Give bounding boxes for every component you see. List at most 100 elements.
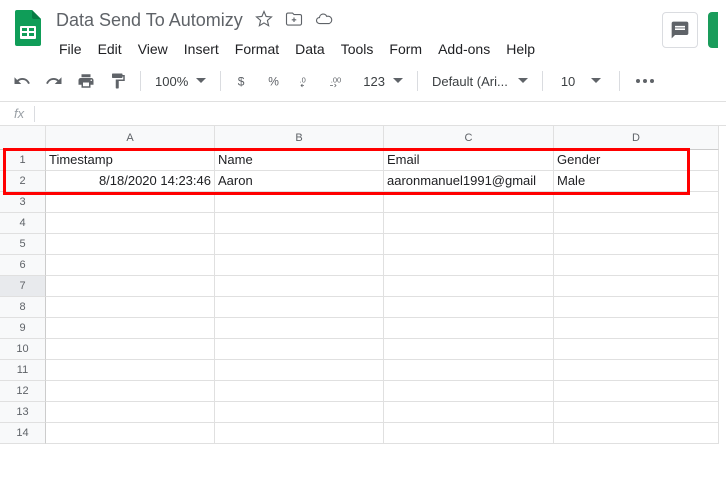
cell[interactable] <box>46 360 215 381</box>
cell[interactable]: Gender <box>554 150 719 171</box>
select-all-corner[interactable] <box>0 126 46 150</box>
row-header[interactable]: 10 <box>0 339 46 360</box>
cell[interactable]: Male <box>554 171 719 192</box>
menu-tools[interactable]: Tools <box>334 37 381 61</box>
cell[interactable] <box>215 360 384 381</box>
row-header[interactable]: 7 <box>0 276 46 297</box>
font-size-dropdown[interactable]: 10 <box>551 74 611 89</box>
sheets-logo[interactable] <box>8 8 48 48</box>
cell[interactable] <box>215 318 384 339</box>
column-header-d[interactable]: D <box>554 126 719 150</box>
cell[interactable]: Email <box>384 150 554 171</box>
row-header[interactable]: 12 <box>0 381 46 402</box>
cell[interactable] <box>384 297 554 318</box>
document-title[interactable]: Data Send To Automizy <box>52 8 247 33</box>
cell[interactable] <box>215 339 384 360</box>
cell[interactable] <box>384 318 554 339</box>
cell[interactable] <box>384 339 554 360</box>
increase-decimal-button[interactable]: .00 <box>325 67 353 95</box>
menu-format[interactable]: Format <box>228 37 286 61</box>
cell[interactable] <box>554 255 719 276</box>
column-header-a[interactable]: A <box>46 126 215 150</box>
cell[interactable] <box>215 381 384 402</box>
cell[interactable]: 8/18/2020 14:23:46 <box>46 171 215 192</box>
cell[interactable] <box>384 381 554 402</box>
formula-bar[interactable]: fx <box>0 102 726 126</box>
row-header[interactable]: 3 <box>0 192 46 213</box>
cell[interactable] <box>384 402 554 423</box>
menu-file[interactable]: File <box>52 37 89 61</box>
decrease-decimal-button[interactable]: .0 <box>293 67 321 95</box>
currency-button[interactable]: $ <box>229 67 257 95</box>
menu-addons[interactable]: Add-ons <box>431 37 497 61</box>
more-formats-dropdown[interactable]: 123 <box>357 74 409 89</box>
cell[interactable]: Name <box>215 150 384 171</box>
cell[interactable] <box>554 402 719 423</box>
cell[interactable] <box>46 381 215 402</box>
cell[interactable]: Aaron <box>215 171 384 192</box>
cell[interactable] <box>46 192 215 213</box>
cell[interactable] <box>215 192 384 213</box>
cell[interactable] <box>215 213 384 234</box>
cell[interactable] <box>215 423 384 444</box>
cell[interactable] <box>46 318 215 339</box>
cell[interactable] <box>384 276 554 297</box>
row-header[interactable]: 4 <box>0 213 46 234</box>
row-header[interactable]: 2 <box>0 171 46 192</box>
cell[interactable] <box>554 192 719 213</box>
paint-format-button[interactable] <box>104 67 132 95</box>
cell[interactable] <box>554 276 719 297</box>
percent-button[interactable]: % <box>261 67 289 95</box>
cell[interactable] <box>46 402 215 423</box>
cell[interactable] <box>46 339 215 360</box>
undo-button[interactable] <box>8 67 36 95</box>
row-header[interactable]: 11 <box>0 360 46 381</box>
cell[interactable] <box>554 318 719 339</box>
cell[interactable] <box>384 360 554 381</box>
cell[interactable] <box>46 213 215 234</box>
menu-form[interactable]: Form <box>382 37 429 61</box>
cell[interactable]: Timestamp <box>46 150 215 171</box>
cell[interactable] <box>215 297 384 318</box>
row-header[interactable]: 9 <box>0 318 46 339</box>
cell[interactable] <box>554 213 719 234</box>
cell[interactable] <box>384 213 554 234</box>
cell[interactable] <box>46 255 215 276</box>
row-header[interactable]: 5 <box>0 234 46 255</box>
comments-button[interactable] <box>662 12 698 48</box>
share-button[interactable] <box>708 12 718 48</box>
font-dropdown[interactable]: Default (Ari... <box>426 74 534 89</box>
cell[interactable] <box>384 423 554 444</box>
row-header[interactable]: 6 <box>0 255 46 276</box>
star-icon[interactable] <box>255 10 273 31</box>
cloud-icon[interactable] <box>315 10 333 31</box>
row-header[interactable]: 1 <box>0 150 46 171</box>
redo-button[interactable] <box>40 67 68 95</box>
print-button[interactable] <box>72 67 100 95</box>
cell[interactable] <box>215 234 384 255</box>
cell[interactable] <box>384 192 554 213</box>
cell[interactable] <box>46 423 215 444</box>
cell[interactable] <box>554 423 719 444</box>
menu-edit[interactable]: Edit <box>91 37 129 61</box>
cell[interactable] <box>215 276 384 297</box>
cell[interactable] <box>554 381 719 402</box>
cell[interactable] <box>384 255 554 276</box>
cell[interactable] <box>46 297 215 318</box>
cell[interactable] <box>46 234 215 255</box>
cell[interactable] <box>384 234 554 255</box>
row-header[interactable]: 8 <box>0 297 46 318</box>
row-header[interactable]: 13 <box>0 402 46 423</box>
menu-data[interactable]: Data <box>288 37 332 61</box>
cell[interactable] <box>554 360 719 381</box>
cell[interactable] <box>554 234 719 255</box>
more-toolbar-button[interactable] <box>628 79 662 83</box>
cell[interactable] <box>554 339 719 360</box>
menu-view[interactable]: View <box>131 37 175 61</box>
cell[interactable] <box>554 297 719 318</box>
move-icon[interactable] <box>285 10 303 31</box>
menu-help[interactable]: Help <box>499 37 542 61</box>
cell[interactable]: aaronmanuel1991@gmail <box>384 171 554 192</box>
cell[interactable] <box>215 402 384 423</box>
cell[interactable] <box>46 276 215 297</box>
